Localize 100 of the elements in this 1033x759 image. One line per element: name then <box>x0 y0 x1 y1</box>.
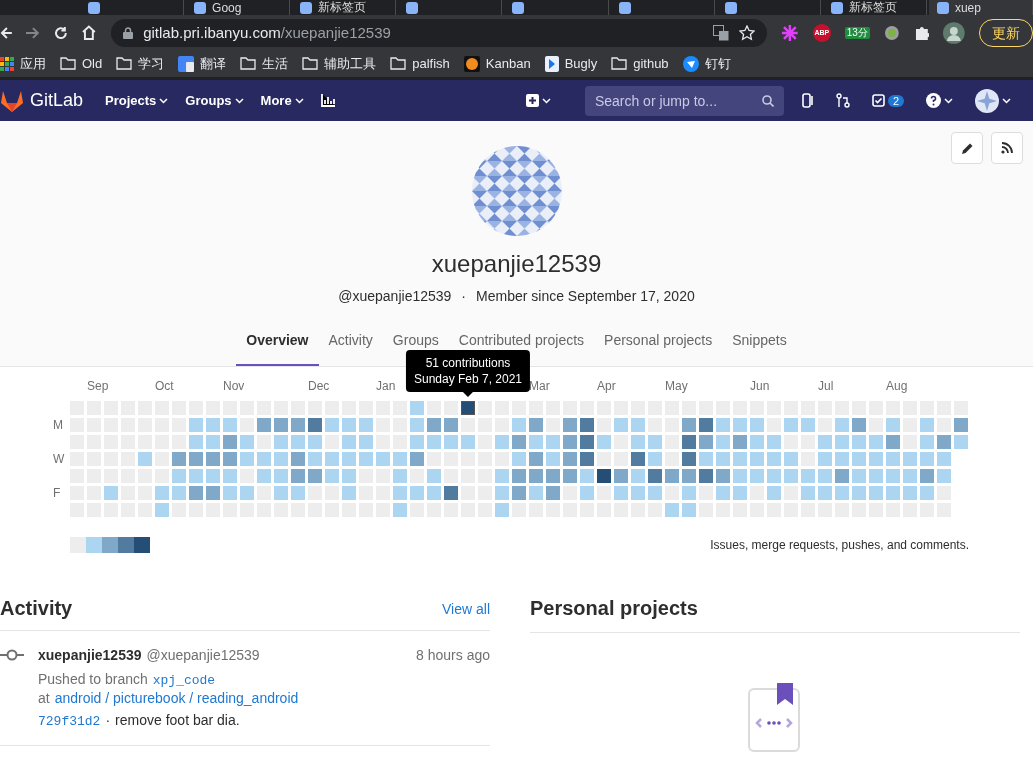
back-icon[interactable] <box>0 25 12 40</box>
contribution-cell[interactable] <box>240 435 254 449</box>
contribution-cell[interactable] <box>750 452 764 466</box>
contribution-cell[interactable] <box>631 435 645 449</box>
contribution-cell[interactable] <box>529 486 543 500</box>
contribution-cell[interactable] <box>529 469 543 483</box>
contribution-cell[interactable] <box>172 486 186 500</box>
contribution-cell[interactable] <box>835 486 849 500</box>
contribution-cell[interactable] <box>852 435 866 449</box>
contribution-cell[interactable] <box>903 469 917 483</box>
contribution-cell[interactable] <box>291 452 305 466</box>
contribution-cell[interactable] <box>614 418 628 432</box>
contribution-cell[interactable] <box>359 452 373 466</box>
contribution-cell[interactable] <box>920 435 934 449</box>
contribution-cell[interactable] <box>869 486 883 500</box>
contribution-cell[interactable] <box>206 486 220 500</box>
contribution-cell[interactable] <box>614 469 628 483</box>
contribution-cell[interactable] <box>835 469 849 483</box>
contribution-cell[interactable] <box>444 486 458 500</box>
contribution-cell[interactable] <box>597 469 611 483</box>
contribution-cell[interactable] <box>886 435 900 449</box>
contribution-cell[interactable] <box>240 452 254 466</box>
reload-icon[interactable] <box>53 25 68 40</box>
user-menu[interactable] <box>975 88 1011 113</box>
contribution-cell[interactable] <box>682 452 696 466</box>
contribution-cell[interactable] <box>631 469 645 483</box>
rss-button[interactable] <box>991 132 1023 164</box>
contribution-cell[interactable] <box>155 486 169 500</box>
contribution-cell[interactable] <box>835 435 849 449</box>
contribution-cell[interactable] <box>784 469 798 483</box>
contribution-cell[interactable] <box>954 418 968 432</box>
contribution-cell[interactable] <box>274 435 288 449</box>
contribution-cell[interactable] <box>648 486 662 500</box>
browser-tab[interactable]: xuep <box>928 0 1033 15</box>
contribution-cell[interactable] <box>393 452 407 466</box>
contribution-cell[interactable] <box>852 452 866 466</box>
contribution-cell[interactable] <box>427 418 441 432</box>
contribution-cell[interactable] <box>546 435 560 449</box>
contribution-cell[interactable] <box>308 435 322 449</box>
contribution-cell[interactable] <box>937 452 951 466</box>
profile-avatar-icon[interactable] <box>943 21 965 44</box>
contribution-cell[interactable] <box>665 503 679 517</box>
contribution-cell[interactable] <box>359 435 373 449</box>
contribution-cell[interactable] <box>223 418 237 432</box>
contribution-cell[interactable] <box>852 418 866 432</box>
contribution-cell[interactable] <box>444 435 458 449</box>
contribution-cell[interactable] <box>886 418 900 432</box>
contribution-cell[interactable] <box>920 418 934 432</box>
contribution-cell[interactable] <box>801 486 815 500</box>
update-button[interactable]: 更新 <box>979 18 1033 47</box>
contribution-cell[interactable] <box>716 469 730 483</box>
merge-request-icon[interactable] <box>835 93 850 108</box>
contribution-cell[interactable] <box>682 435 696 449</box>
contribution-cell[interactable] <box>682 486 696 500</box>
contribution-cell[interactable] <box>852 469 866 483</box>
contribution-cell[interactable] <box>818 486 832 500</box>
contribution-cell[interactable] <box>376 452 390 466</box>
contribution-cell[interactable] <box>172 469 186 483</box>
contribution-cell[interactable] <box>716 452 730 466</box>
contribution-cell[interactable] <box>682 469 696 483</box>
bookmark[interactable]: 辅助工具 <box>302 54 377 73</box>
contribution-cell[interactable] <box>240 486 254 500</box>
contribution-cell[interactable] <box>818 435 832 449</box>
contribution-cell[interactable] <box>835 418 849 432</box>
contribution-cell[interactable] <box>291 469 305 483</box>
contribution-cell[interactable] <box>648 452 662 466</box>
contribution-cell[interactable] <box>767 486 781 500</box>
contribution-cell[interactable] <box>342 486 356 500</box>
profile-tab[interactable]: Personal projects <box>594 332 723 366</box>
timer-badge[interactable]: 13分 <box>844 26 870 39</box>
contribution-cell[interactable] <box>597 435 611 449</box>
contribution-cell[interactable] <box>903 452 917 466</box>
bookmark[interactable]: palfish <box>390 56 450 71</box>
contribution-cell[interactable] <box>818 452 832 466</box>
contribution-cell[interactable] <box>614 486 628 500</box>
contribution-cell[interactable] <box>325 452 339 466</box>
contribution-cell[interactable] <box>631 418 645 432</box>
contribution-cell[interactable] <box>580 435 594 449</box>
contribution-cell[interactable] <box>308 452 322 466</box>
contribution-cell[interactable] <box>920 469 934 483</box>
contribution-cell[interactable] <box>223 486 237 500</box>
contribution-cell[interactable] <box>495 435 509 449</box>
contribution-cell[interactable] <box>410 486 424 500</box>
contribution-cell[interactable] <box>257 469 271 483</box>
contribution-cell[interactable] <box>716 418 730 432</box>
translate-icon[interactable] <box>713 24 730 41</box>
contribution-cell[interactable] <box>393 469 407 483</box>
nav-menu[interactable]: Projects <box>105 93 169 108</box>
contribution-cell[interactable] <box>733 418 747 432</box>
contribution-cell[interactable] <box>512 469 526 483</box>
contribution-cell[interactable] <box>223 452 237 466</box>
contribution-cell[interactable] <box>750 469 764 483</box>
contribution-cell[interactable] <box>189 435 203 449</box>
contribution-cell[interactable] <box>206 435 220 449</box>
contribution-cell[interactable] <box>733 452 747 466</box>
contribution-cell[interactable] <box>410 401 424 415</box>
gitlab-logo[interactable]: GitLab <box>0 89 84 112</box>
contribution-cell[interactable] <box>495 486 509 500</box>
author-name[interactable]: xuepanjie12539 <box>38 647 142 663</box>
contribution-cell[interactable] <box>410 452 424 466</box>
